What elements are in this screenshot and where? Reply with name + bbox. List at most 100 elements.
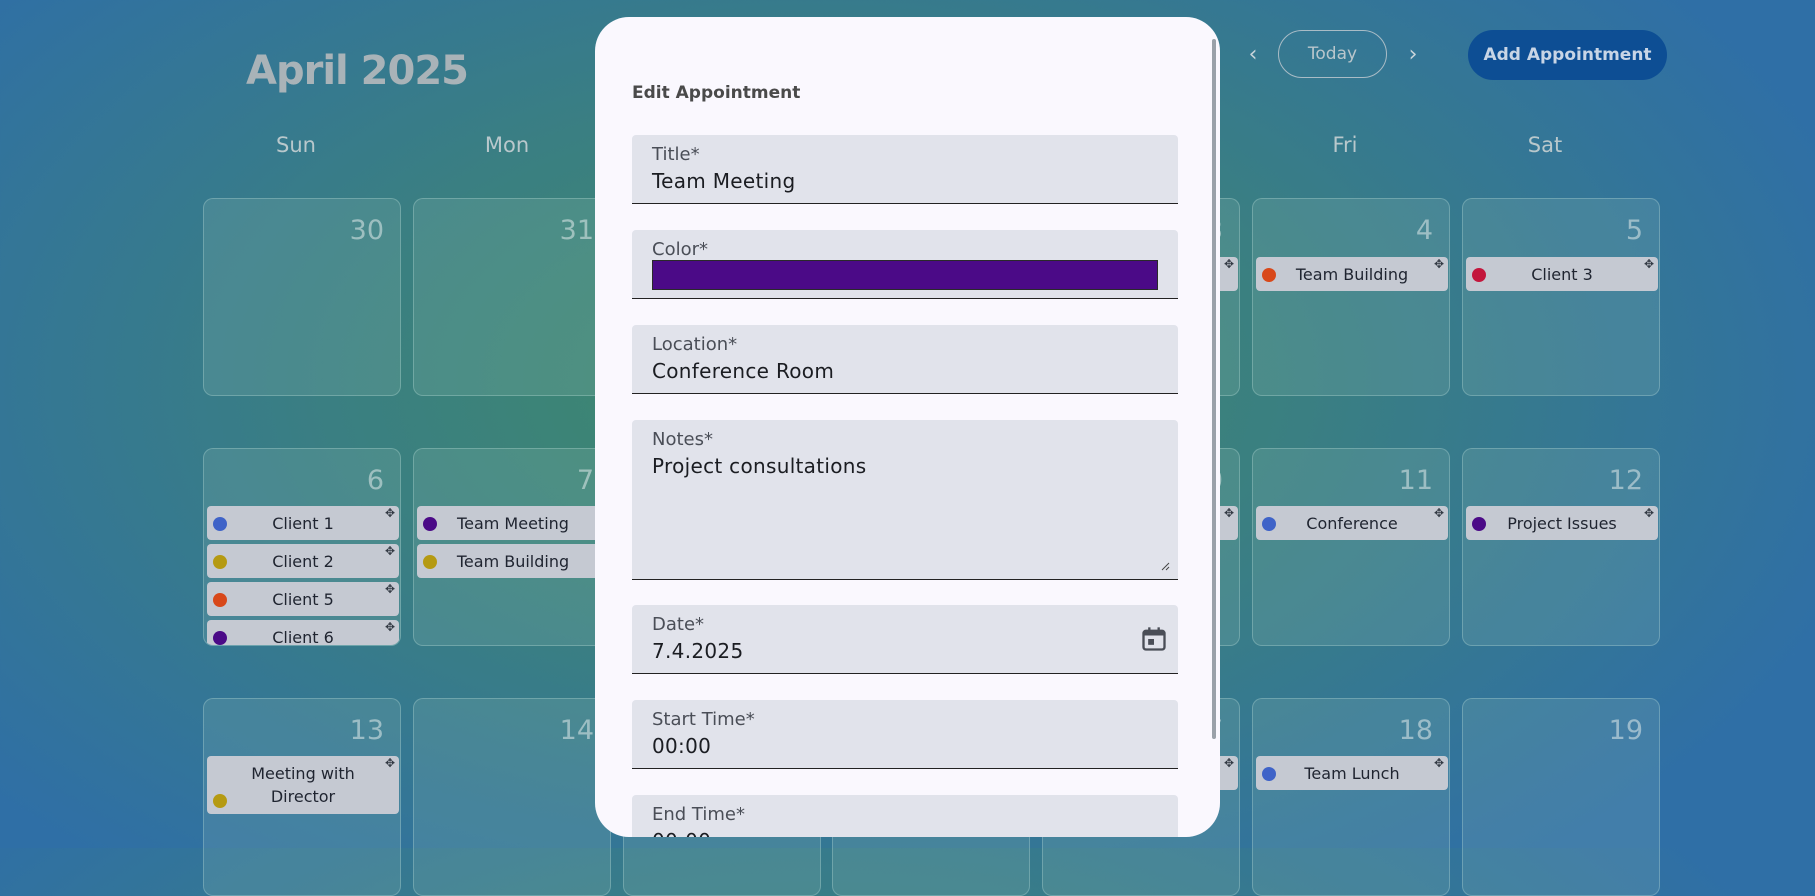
today-button[interactable]: Today <box>1278 30 1387 78</box>
date-input[interactable]: 7.4.2025 <box>652 639 743 663</box>
event-chip[interactable]: Client 2 ✥ <box>207 544 399 578</box>
end-time-label: End Time* <box>652 804 745 825</box>
day-number: 19 <box>1608 715 1643 746</box>
day-number: 13 <box>349 715 384 746</box>
day-number: 7 <box>576 465 594 496</box>
event-label: Client 2 <box>272 551 334 571</box>
move-icon[interactable]: ✥ <box>1644 257 1654 271</box>
color-field[interactable]: Color* <box>632 230 1178 299</box>
event-color-dot <box>1472 268 1486 282</box>
event-label: Client 6 <box>272 627 334 646</box>
day-cell[interactable]: 6 Client 1 ✥ Client 2 ✥ Client 5 ✥ Clien… <box>203 448 401 646</box>
event-label: Team Building <box>456 551 570 571</box>
move-icon[interactable]: ✥ <box>385 544 395 558</box>
day-cell[interactable]: 4 Team Building ✥ <box>1252 198 1450 396</box>
month-title: April 2025 <box>246 48 469 94</box>
move-icon[interactable]: ✥ <box>1434 506 1444 520</box>
dialog-title: Edit Appointment <box>632 83 801 103</box>
event-chip[interactable]: Meeting with Director ✥ <box>207 756 399 814</box>
move-icon[interactable]: ✥ <box>1644 506 1654 520</box>
weekday-fri: Fri <box>1332 133 1358 157</box>
start-time-input[interactable]: 00:00 <box>652 734 711 758</box>
day-number: 4 <box>1415 215 1433 246</box>
day-number: 31 <box>559 215 594 246</box>
resize-handle-icon[interactable] <box>1160 561 1170 571</box>
event-color-dot <box>423 517 437 531</box>
weekday-sun: Sun <box>276 133 316 157</box>
day-cell[interactable]: 11 Conference ✥ <box>1252 448 1450 646</box>
end-time-input[interactable]: 00:00 <box>652 829 711 837</box>
event-color-dot <box>213 593 227 607</box>
next-month-button[interactable]: › <box>1400 42 1426 68</box>
day-cell[interactable]: 18 Team Lunch ✥ <box>1252 698 1450 896</box>
move-icon[interactable]: ✥ <box>1224 756 1234 770</box>
day-cell[interactable]: 19 <box>1462 698 1660 896</box>
event-chip[interactable]: Project Issues ✥ <box>1466 506 1658 540</box>
event-chip[interactable]: Client 5 ✥ <box>207 582 399 616</box>
move-icon[interactable]: ✥ <box>385 756 395 770</box>
event-chip[interactable]: Team Lunch ✥ <box>1256 756 1448 790</box>
event-chip[interactable]: Team Building ✥ <box>417 544 609 578</box>
day-number: 6 <box>366 465 384 496</box>
event-color-dot <box>423 555 437 569</box>
notes-label: Notes* <box>652 429 713 450</box>
event-label: Client 3 <box>1531 264 1593 284</box>
location-input[interactable]: Conference Room <box>652 359 834 383</box>
weekday-sat: Sat <box>1527 133 1563 157</box>
event-label: Client 1 <box>272 513 334 533</box>
move-icon[interactable]: ✥ <box>1434 257 1444 271</box>
day-cell[interactable]: 30 <box>203 198 401 396</box>
day-cell[interactable]: 14 <box>413 698 611 896</box>
event-color-dot <box>213 794 227 808</box>
move-icon[interactable]: ✥ <box>385 582 395 596</box>
day-cell[interactable]: 31 <box>413 198 611 396</box>
event-label: Project Issues <box>1507 513 1617 533</box>
day-number: 18 <box>1398 715 1433 746</box>
day-cell[interactable]: 5 Client 3 ✥ <box>1462 198 1660 396</box>
event-color-dot <box>213 631 227 645</box>
prev-month-button[interactable]: ‹ <box>1240 42 1266 68</box>
day-number: 5 <box>1625 215 1643 246</box>
end-time-field[interactable]: End Time* 00:00 <box>632 795 1178 837</box>
event-label: Meeting with Director <box>251 764 355 806</box>
move-icon[interactable]: ✥ <box>1224 257 1234 271</box>
event-label: Team Lunch <box>1304 763 1400 783</box>
notes-field[interactable]: Notes* Project consultations <box>632 420 1178 580</box>
event-chip[interactable]: Team Building ✥ <box>1256 257 1448 291</box>
event-label: Client 5 <box>272 589 334 609</box>
location-label: Location* <box>652 334 738 355</box>
event-chip[interactable]: Client 6 ✥ <box>207 620 399 646</box>
move-icon[interactable]: ✥ <box>385 620 395 634</box>
location-field[interactable]: Location* Conference Room <box>632 325 1178 394</box>
dialog-scrollbar[interactable] <box>1212 39 1216 739</box>
move-icon[interactable]: ✥ <box>1224 506 1234 520</box>
move-icon[interactable]: ✥ <box>385 506 395 520</box>
event-color-dot <box>1262 767 1276 781</box>
title-field[interactable]: Title* Team Meeting <box>632 135 1178 204</box>
day-cell[interactable]: 7 Team Meeting ✥ Team Building ✥ <box>413 448 611 646</box>
event-chip[interactable]: Client 3 ✥ <box>1466 257 1658 291</box>
event-color-dot <box>213 517 227 531</box>
day-cell[interactable]: 12 Project Issues ✥ <box>1462 448 1660 646</box>
day-number: 11 <box>1398 465 1433 496</box>
event-color-dot <box>1262 268 1276 282</box>
event-label: Conference <box>1306 513 1398 533</box>
date-field[interactable]: Date* 7.4.2025 <box>632 605 1178 674</box>
event-color-dot <box>1262 517 1276 531</box>
add-appointment-button[interactable]: Add Appointment <box>1468 30 1667 80</box>
day-number: 12 <box>1608 465 1643 496</box>
weekday-mon: Mon <box>484 133 530 157</box>
event-chip[interactable]: Team Meeting ✥ <box>417 506 609 540</box>
title-input[interactable]: Team Meeting <box>652 169 795 193</box>
day-number: 30 <box>349 215 384 246</box>
event-chip[interactable]: Conference ✥ <box>1256 506 1448 540</box>
calendar-icon[interactable] <box>1140 625 1168 653</box>
event-color-dot <box>1472 517 1486 531</box>
start-time-field[interactable]: Start Time* 00:00 <box>632 700 1178 769</box>
color-label: Color* <box>652 239 708 260</box>
notes-textarea[interactable]: Project consultations <box>652 454 866 478</box>
move-icon[interactable]: ✥ <box>1434 756 1444 770</box>
event-chip[interactable]: Client 1 ✥ <box>207 506 399 540</box>
color-picker-input[interactable] <box>652 260 1158 290</box>
day-cell[interactable]: 13 Meeting with Director ✥ <box>203 698 401 896</box>
